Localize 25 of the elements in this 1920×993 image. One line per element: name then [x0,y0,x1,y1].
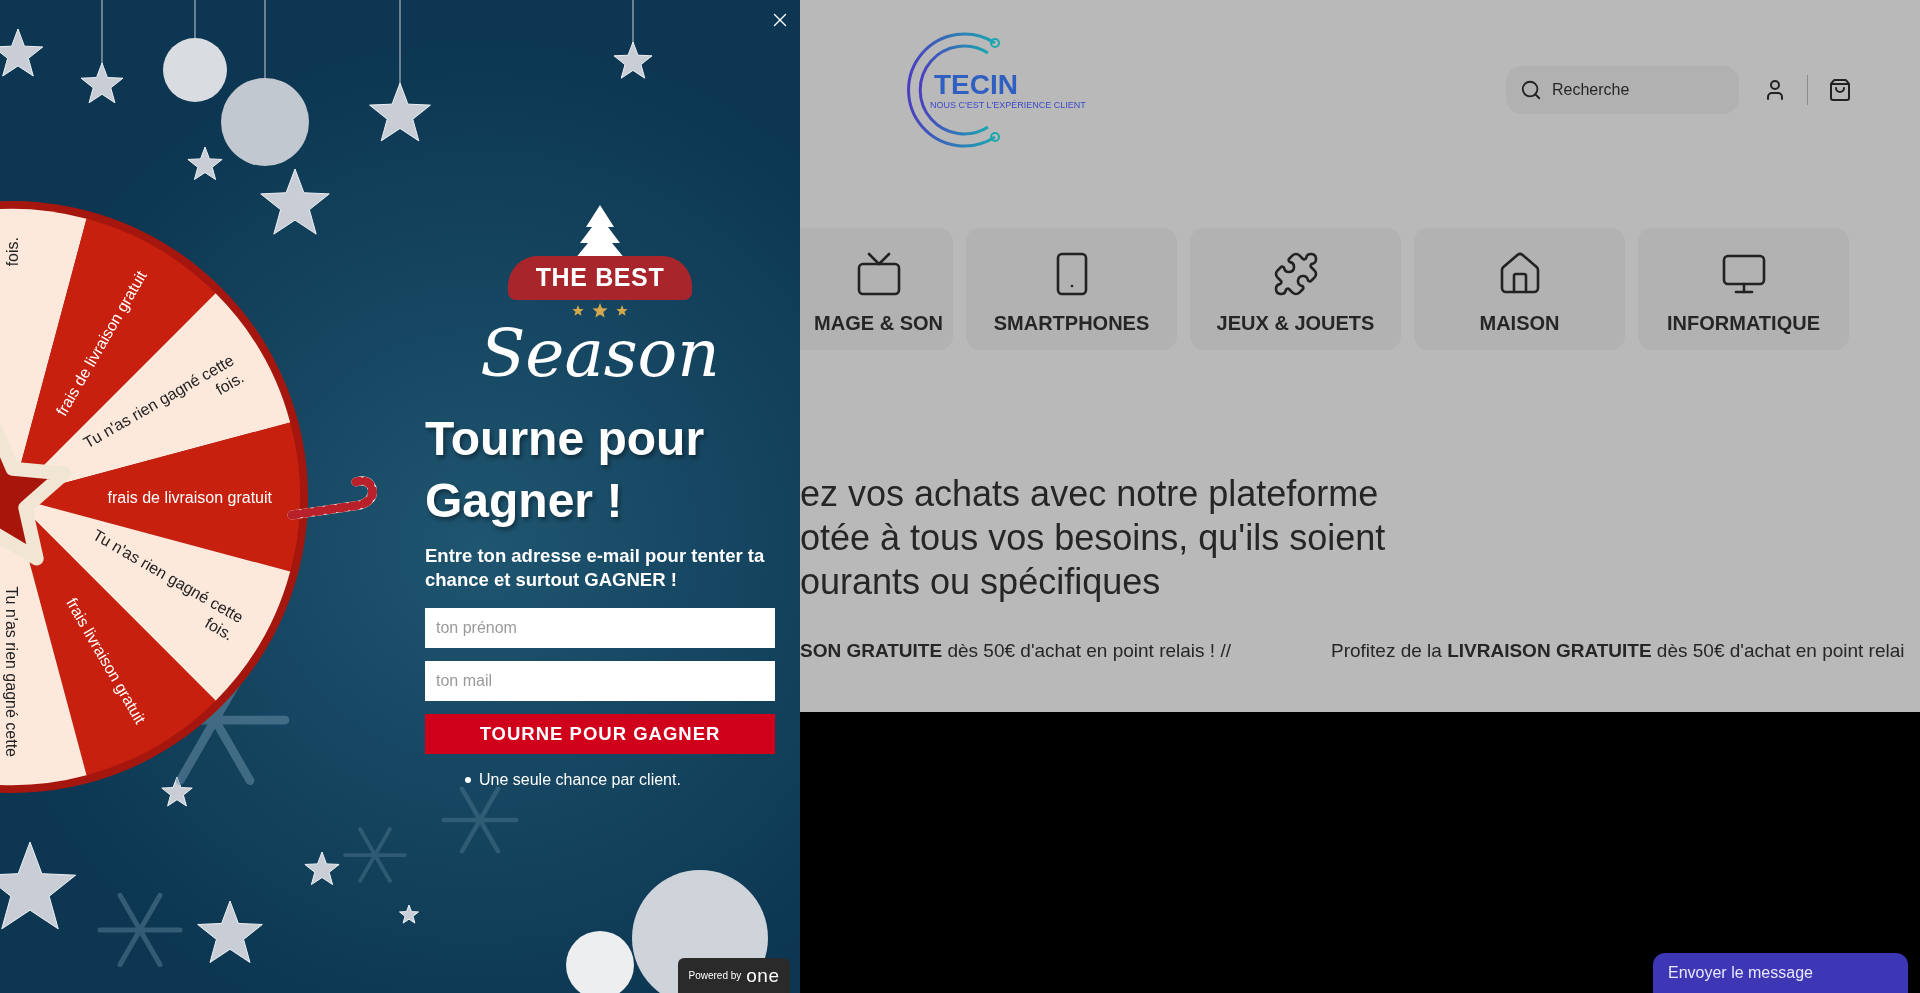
season-script: Season [480,320,720,387]
category-card[interactable]: JEUX & JOUETS [1190,228,1401,350]
hero-text: otée à tous vos besoins, qu'ils soient [800,516,1387,560]
logo-tagline: NOUS C'EST L'EXPÉRIENCE CLIENT [930,99,1086,111]
hero-text: ez vos achats avec notre plateforme [800,472,1380,516]
wheel-label: frais de livraison gratuit [107,489,272,506]
popup-title: Tourne pour Gagner ! [425,411,706,529]
powered-by-badge[interactable]: Powered by one [678,958,790,993]
popup-subtitle: Entre ton adresse e-mail pour tenter ta chance et surtout GAGNER ! [425,544,766,592]
input-field[interactable]: ton prénom [425,608,775,648]
category-card[interactable]: SMARTPHONES [966,228,1177,350]
category-card[interactable]: MAISON [1414,228,1625,350]
note-text: Une seule chance par client. [479,770,681,790]
ribbon-banner: THE BEST [507,256,693,300]
category-card[interactable]: INFORMATIQUE [1638,228,1849,350]
search-field[interactable]: Recherche [1506,66,1739,114]
promo-text: Profitez de la LIVRAISON GRATUITE dès 50€ d'achat en point relai [1331,639,1905,663]
category-card[interactable]: MAGE & SON [800,228,953,350]
hero-text: ourants ou spécifiques [800,560,1162,604]
input-field[interactable]: ton mail [425,661,775,701]
chat-button[interactable]: Envoyer le message [1653,953,1908,993]
promo-text: SON GRATUITE dès 50€ d'achat en point relais ! // [800,639,1231,663]
wheel-label: fois. [4,237,21,267]
spin-button[interactable]: TOURNE POUR GAGNER [425,714,775,754]
wheel-label: Tu n'as rien gagné cette [3,586,20,757]
